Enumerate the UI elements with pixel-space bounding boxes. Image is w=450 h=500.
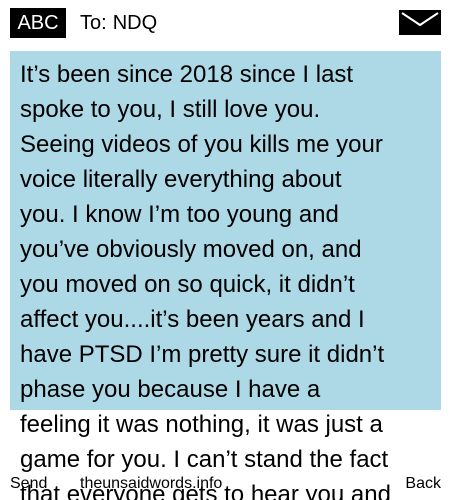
- softkey-bar: Send theunsaidwords.info Back: [0, 473, 450, 500]
- envelope-icon: [399, 10, 441, 35]
- site-label: theunsaidwords.info: [80, 475, 223, 492]
- recipient-name: NDQ: [112, 12, 158, 34]
- message-text: It’s been since 2018 since I last spoke …: [20, 61, 391, 500]
- message-body[interactable]: It’s been since 2018 since I last spoke …: [10, 51, 441, 500]
- input-mode-badge[interactable]: ABC: [10, 8, 66, 38]
- message-header: ABC To: NDQ: [0, 0, 450, 46]
- recipient-field[interactable]: To: NDQ: [80, 8, 157, 38]
- back-button[interactable]: Back: [405, 473, 441, 495]
- message-screen: ABC To: NDQ It’s been since 2018 since I …: [0, 0, 450, 500]
- to-prefix: To:: [80, 12, 107, 34]
- send-button[interactable]: Send: [10, 473, 47, 495]
